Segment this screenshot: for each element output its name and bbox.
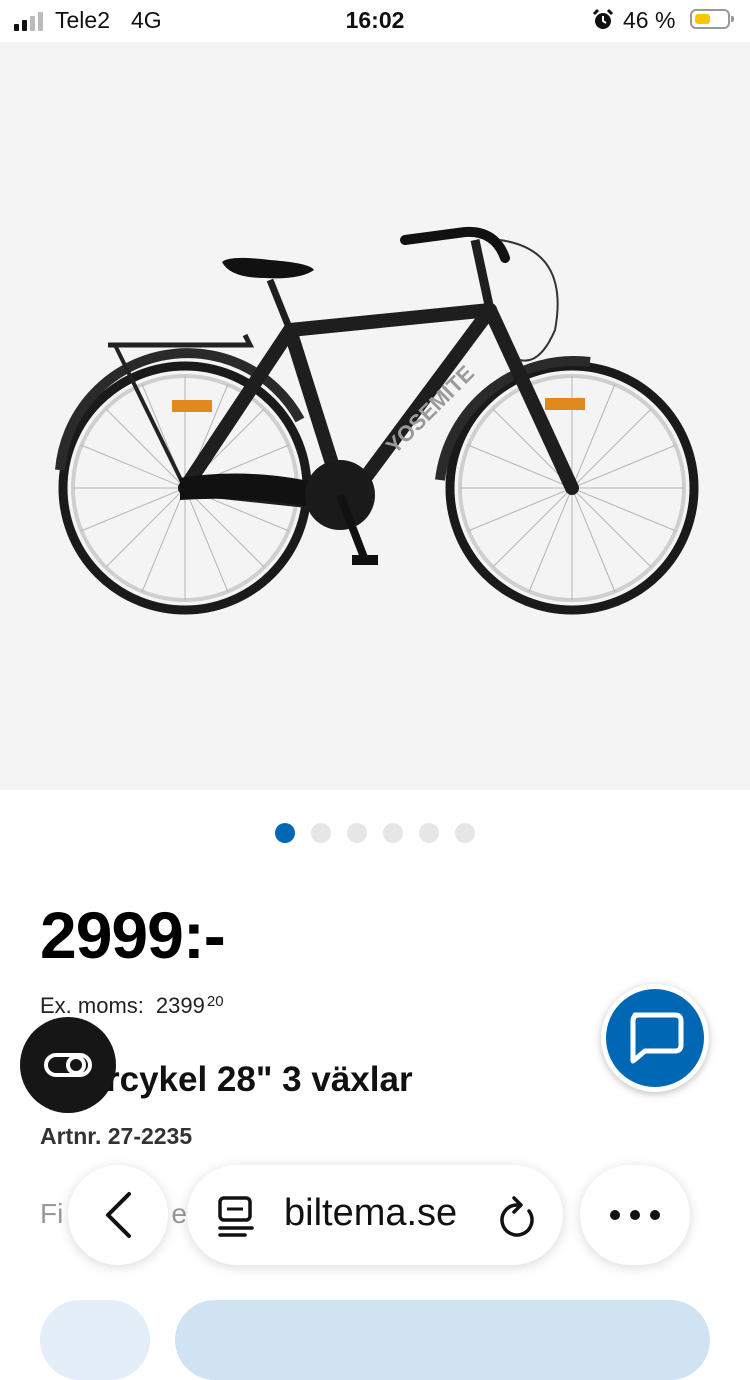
more-options-button[interactable] [580,1165,690,1265]
status-bar: Tele2 4G 16:02 46 % [0,0,750,42]
product-price: 2999:- [40,898,226,972]
browser-toolbar: biltema.se [0,1160,750,1270]
back-button[interactable] [68,1165,168,1265]
carousel-dot-5[interactable] [419,823,439,843]
compare-link-icon [44,1053,92,1077]
product-image[interactable]: YOSEMITE [0,42,750,790]
battery-percent: 46 % [623,7,676,33]
ex-moms-label: Ex. moms: [40,993,144,1018]
carousel-dot-4[interactable] [383,823,403,843]
article-number: Artnr. 27-2235 [40,1123,193,1149]
bicycle-image: YOSEMITE [55,226,699,615]
carousel-dot-6[interactable] [455,823,475,843]
carousel-dot-2[interactable] [311,823,331,843]
ex-moms-cents: 20 [206,993,224,1010]
page-menu-icon [218,1196,254,1237]
bottom-secondary-button[interactable] [40,1300,150,1380]
chat-button-inner [606,989,704,1087]
battery-icon [690,9,734,29]
carousel-dots [275,823,475,843]
carousel-dot-3[interactable] [347,823,367,843]
price-ex-vat: Ex. moms: 2399 20 [40,993,224,1019]
add-to-cart-button[interactable] [175,1300,710,1380]
product-title-text: rcykel 28" 3 växlar [106,1060,413,1099]
alarm-icon [592,8,614,37]
back-chevron-icon [106,1192,131,1238]
chat-bubble-icon [630,1012,684,1064]
reload-icon[interactable] [497,1195,537,1241]
address-bar[interactable]: biltema.se [187,1165,563,1265]
carousel-dot-1[interactable] [275,823,295,843]
chat-button[interactable] [601,984,709,1092]
compare-button[interactable] [20,1017,116,1113]
url-text: biltema.se [284,1192,458,1234]
more-dots-icon [610,1210,660,1220]
ex-moms-value: 2399 [155,993,205,1018]
